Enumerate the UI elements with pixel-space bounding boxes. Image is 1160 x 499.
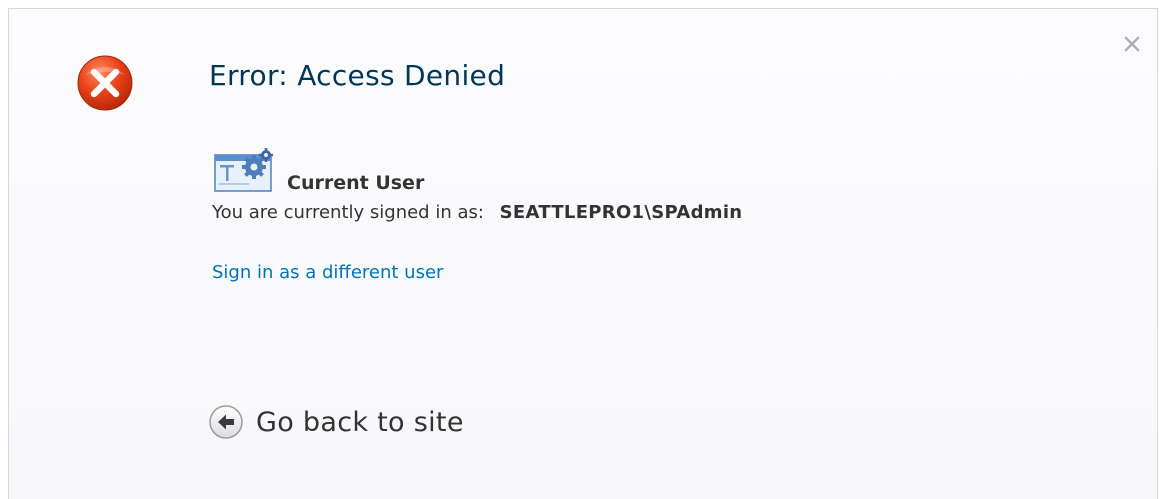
go-back-label: Go back to site (256, 406, 464, 438)
access-denied-dialog: Error: Access Denied Current User You ar… (8, 8, 1158, 499)
user-settings-icon (214, 148, 273, 192)
signed-in-line: You are currently signed in as: SEATTLEP… (212, 202, 742, 223)
current-user-heading: Current User (287, 172, 425, 194)
go-back-link[interactable]: Go back to site (208, 402, 464, 442)
error-icon (77, 55, 133, 111)
close-icon[interactable] (1121, 33, 1143, 55)
back-arrow-icon (209, 405, 243, 439)
signed-in-prefix: You are currently signed in as: (212, 202, 484, 223)
signed-in-user: SEATTLEPRO1\SPAdmin (499, 202, 743, 223)
sign-in-different-user-link[interactable]: Sign in as a different user (212, 262, 443, 283)
dialog-title: Error: Access Denied (209, 59, 506, 92)
